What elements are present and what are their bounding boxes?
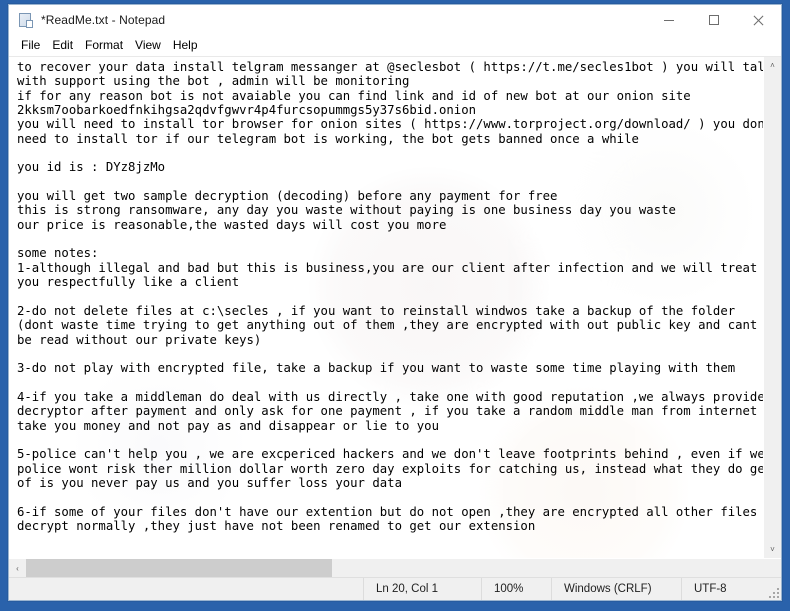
notepad-window: *ReadMe.txt - Notepad File Edit Format V…: [8, 4, 782, 601]
text-editor[interactable]: to recover your data install telgram mes…: [9, 57, 763, 558]
horizontal-scrollbar[interactable]: ‹: [9, 558, 781, 577]
menu-item-view[interactable]: View: [129, 36, 167, 55]
menu-bar: File Edit Format View Help: [9, 35, 781, 57]
maximize-button[interactable]: [691, 5, 736, 35]
status-bar: Ln 20, Col 1 100% Windows (CRLF) UTF-8: [9, 577, 781, 600]
menu-item-format[interactable]: Format: [79, 36, 129, 55]
window-title: *ReadMe.txt - Notepad: [41, 13, 166, 27]
title-bar[interactable]: *ReadMe.txt - Notepad: [9, 5, 781, 35]
status-cursor-position[interactable]: Ln 20, Col 1: [363, 578, 481, 600]
status-line-ending[interactable]: Windows (CRLF): [551, 578, 681, 600]
menu-item-file[interactable]: File: [15, 36, 46, 55]
scroll-down-arrow-icon[interactable]: ˅: [764, 541, 781, 558]
maximize-icon: [708, 15, 719, 25]
title-bar-left: *ReadMe.txt - Notepad: [9, 12, 646, 28]
status-zoom-level[interactable]: 100%: [481, 578, 551, 600]
window-controls: [646, 5, 781, 35]
editor-area: to recover your data install telgram mes…: [9, 57, 781, 558]
scrollbar-corner: [764, 559, 781, 577]
minimize-icon: [663, 19, 674, 21]
close-button[interactable]: [736, 5, 781, 35]
notepad-document-icon: [18, 12, 34, 28]
menu-item-edit[interactable]: Edit: [46, 36, 79, 55]
status-encoding[interactable]: UTF-8: [681, 578, 781, 600]
scroll-left-arrow-icon[interactable]: ‹: [9, 559, 26, 577]
notepad-text-content[interactable]: to recover your data install telgram mes…: [9, 57, 763, 533]
close-icon: [753, 15, 764, 26]
menu-item-help[interactable]: Help: [167, 36, 204, 55]
desktop-background: *ReadMe.txt - Notepad File Edit Format V…: [0, 0, 790, 611]
scroll-up-arrow-icon[interactable]: ˄: [764, 57, 781, 74]
resize-grip-icon[interactable]: [767, 586, 779, 598]
horizontal-scroll-track[interactable]: [26, 559, 764, 577]
vertical-scrollbar[interactable]: ˄ ˅: [763, 57, 781, 558]
minimize-button[interactable]: [646, 5, 691, 35]
horizontal-scroll-thumb[interactable]: [26, 559, 333, 577]
